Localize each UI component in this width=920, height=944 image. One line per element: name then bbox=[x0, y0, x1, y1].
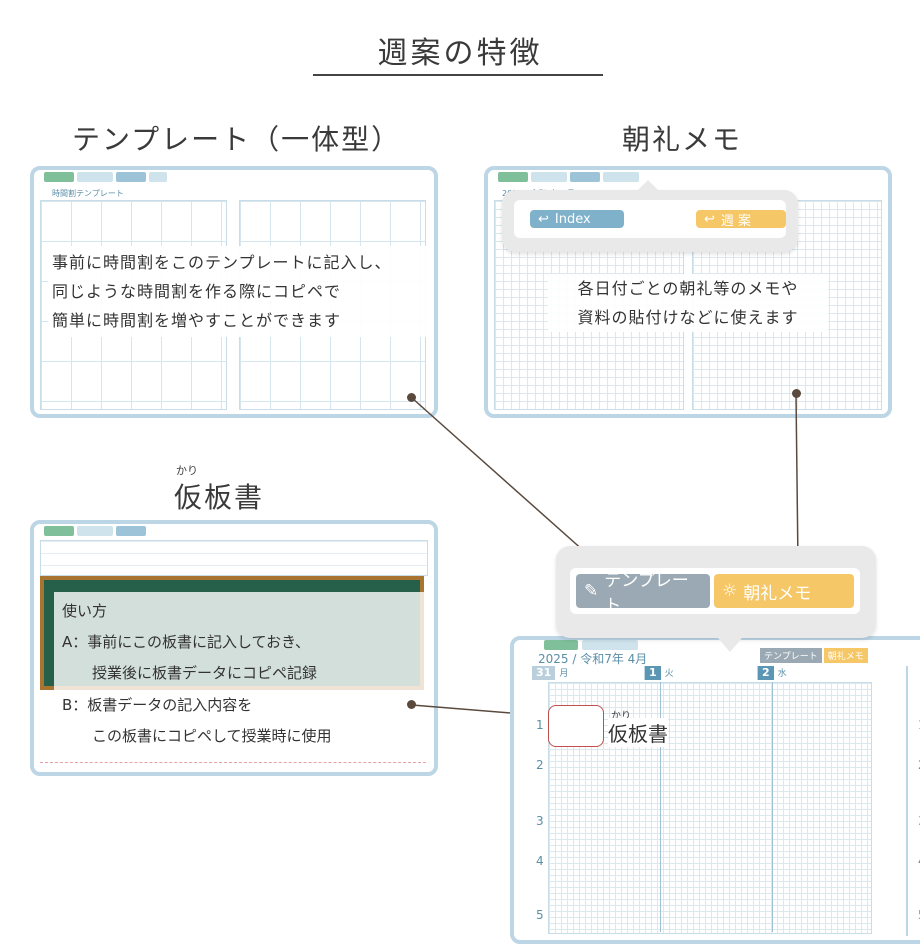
zoom-day-headers: 31 月 1 火 2 水 bbox=[532, 666, 870, 680]
day-name: 月 bbox=[559, 669, 569, 679]
period-number: 2 bbox=[536, 758, 544, 772]
zoom-tabs: テンプレート 朝礼メモ bbox=[760, 648, 868, 663]
day-number: 31 bbox=[532, 666, 556, 680]
popup-pointer bbox=[718, 638, 742, 652]
day-name: 火 bbox=[664, 669, 674, 679]
period-number: 1 bbox=[536, 718, 544, 732]
next-page-edge: 1 2 3 4 5 bbox=[906, 666, 920, 936]
sunrise-icon: ☼ bbox=[722, 581, 738, 601]
template-connector-dot bbox=[407, 393, 416, 402]
morning-connector-dot bbox=[792, 389, 801, 398]
document-edit-icon: ✎ bbox=[584, 581, 599, 601]
day-number: 1 bbox=[645, 666, 661, 680]
day-name: 水 bbox=[777, 669, 787, 679]
feature-popup: ✎ テンプレート ☼ 朝礼メモ bbox=[556, 546, 876, 652]
tab-main[interactable] bbox=[544, 640, 578, 650]
day-header: 2 水 bbox=[758, 666, 870, 680]
zoom-date-line: 2025 / 令和7年 4月 bbox=[538, 652, 648, 666]
period-number: 3 bbox=[536, 814, 544, 828]
morning-memo-button-label: 朝礼メモ bbox=[743, 583, 812, 604]
callout-label: 仮板書 bbox=[608, 718, 668, 747]
morning-memo-button[interactable]: ☼ 朝礼メモ bbox=[714, 574, 854, 608]
day-header: 1 火 bbox=[645, 666, 758, 680]
zoomed-weekly-page: 2025 / 令和7年 4月 テンプレート 朝礼メモ 31 月 1 火 2 水 … bbox=[510, 636, 920, 944]
template-button[interactable]: ✎ テンプレート bbox=[576, 571, 710, 616]
board-callout-box[interactable] bbox=[548, 705, 604, 747]
tab-subjects[interactable] bbox=[582, 640, 638, 650]
template-connector bbox=[411, 397, 595, 561]
day-number: 2 bbox=[758, 666, 774, 680]
period-number: 4 bbox=[536, 854, 544, 868]
morning-connector bbox=[795, 393, 799, 565]
board-connector-dot bbox=[407, 700, 416, 709]
zoom-tab-template[interactable]: テンプレート bbox=[760, 648, 822, 663]
template-button-label: テンプレート bbox=[604, 571, 689, 616]
day-header: 31 月 bbox=[532, 666, 645, 680]
zoom-tab-morning[interactable]: 朝礼メモ bbox=[823, 648, 868, 663]
